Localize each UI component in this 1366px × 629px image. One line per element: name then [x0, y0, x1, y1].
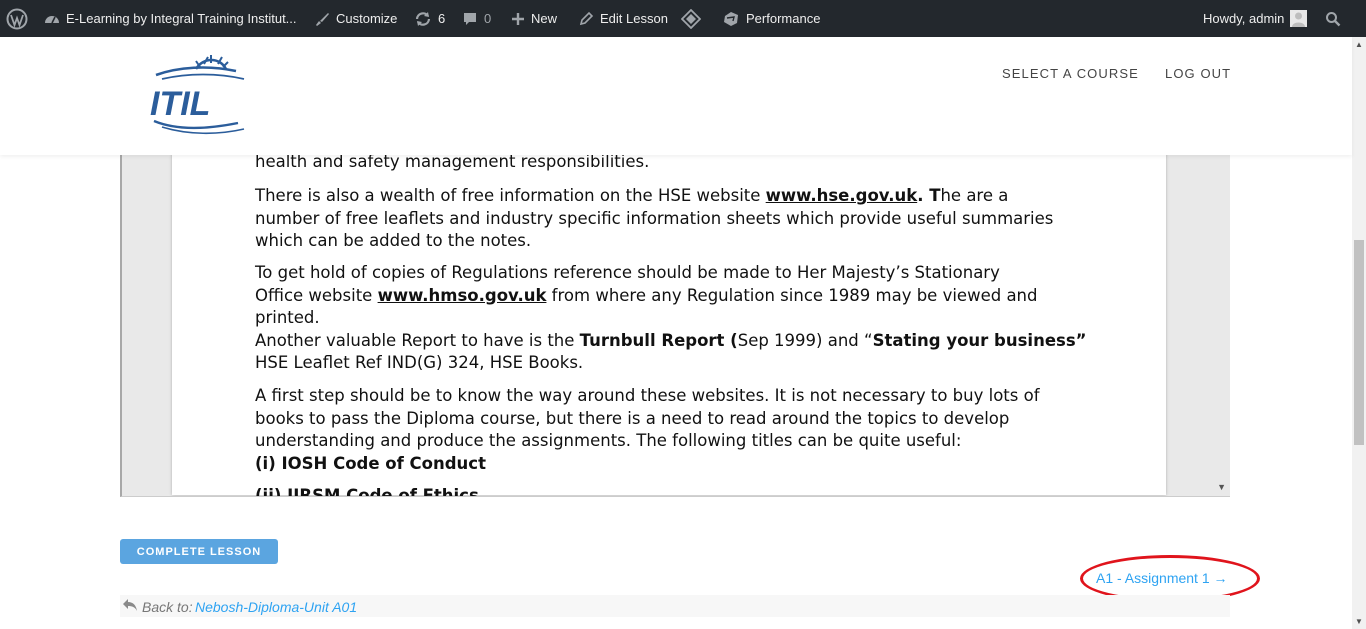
scroll-up-icon[interactable]: ▲ [1355, 40, 1363, 49]
comments-count: 0 [484, 11, 492, 26]
new-menu[interactable]: New [511, 0, 557, 37]
comments-menu[interactable]: 0 [462, 0, 491, 37]
edit-lesson-menu[interactable]: Edit Lesson [578, 0, 668, 37]
doc-paragraph-1: There is also a wealth of free informati… [255, 186, 1054, 251]
logo-text: ITIL [150, 85, 210, 123]
site-name: E-Learning by Integral Training Institut… [66, 11, 297, 26]
nav-select-course[interactable]: SELECT A COURSE [1002, 66, 1139, 81]
dashboard-icon [44, 11, 60, 27]
admin-bar: E-Learning by Integral Training Institut… [0, 0, 1366, 37]
document-page: health and safety management responsibil… [172, 155, 1166, 497]
wordpress-logo-icon[interactable] [6, 0, 28, 37]
site-header: ITIL SELECT A COURSE LOG OUT [0, 37, 1352, 155]
nav-log-out[interactable]: LOG OUT [1165, 66, 1231, 81]
new-label: New [531, 11, 558, 26]
scroll-thumb[interactable] [1354, 240, 1364, 445]
performance-icon [722, 10, 740, 28]
performance-menu[interactable]: Performance [722, 0, 820, 37]
back-to-course-link[interactable]: Nebosh-Diploma-Unit A01 [195, 599, 357, 615]
viewer-scroll-down-icon[interactable]: ▼ [1217, 482, 1226, 492]
pencil-icon [578, 11, 594, 27]
doc-paragraph-2: To get hold of copies of Regulations ref… [255, 263, 1087, 373]
plus-icon [511, 12, 525, 26]
next-lesson-link[interactable]: A1 - Assignment 1 → [1096, 570, 1228, 586]
hse-website-link[interactable]: www.hse.gov.uk [766, 186, 918, 205]
updates-count: 6 [438, 11, 446, 26]
doc-paragraph-4: A first step should be to know the way a… [255, 386, 1040, 473]
itil-logo[interactable]: ITIL [148, 55, 260, 137]
diamond-icon [681, 8, 701, 29]
updates-icon [414, 11, 432, 27]
list-item: (ii) IIRSM Code of Ethics [255, 486, 479, 497]
customize-label: Customize [336, 11, 398, 26]
site-name-menu[interactable]: E-Learning by Integral Training Institut… [44, 0, 297, 37]
hmso-website-link[interactable]: www.hmso.gov.uk [378, 286, 547, 305]
back-to-label: Back to: [142, 599, 193, 615]
scroll-down-icon[interactable]: ▼ [1355, 617, 1363, 626]
comment-icon [462, 11, 478, 27]
performance-label: Performance [746, 11, 821, 26]
customize-menu[interactable]: Customize [314, 0, 397, 37]
page-scrollbar[interactable]: ▲ ▼ [1352, 37, 1366, 629]
avatar [1290, 10, 1308, 27]
complete-lesson-button[interactable]: COMPLETE LESSON [120, 539, 278, 564]
greeting: Howdy, admin [1203, 11, 1285, 26]
reply-arrow-icon [122, 598, 138, 617]
diamond-plugin-menu[interactable] [681, 0, 707, 37]
back-to-course-bar: Back to: Nebosh-Diploma-Unit A01 [120, 595, 1230, 617]
doc-text-line: health and safety management responsibil… [255, 155, 650, 171]
search-icon[interactable] [1325, 0, 1341, 37]
brush-icon [314, 11, 330, 27]
edit-lesson-label: Edit Lesson [600, 11, 668, 26]
list-item: (i) IOSH Code of Conduct [255, 453, 486, 473]
document-viewer[interactable]: health and safety management responsibil… [120, 155, 1230, 497]
updates-menu[interactable]: 6 [414, 0, 445, 37]
my-account-menu[interactable]: Howdy, admin [1203, 0, 1308, 37]
